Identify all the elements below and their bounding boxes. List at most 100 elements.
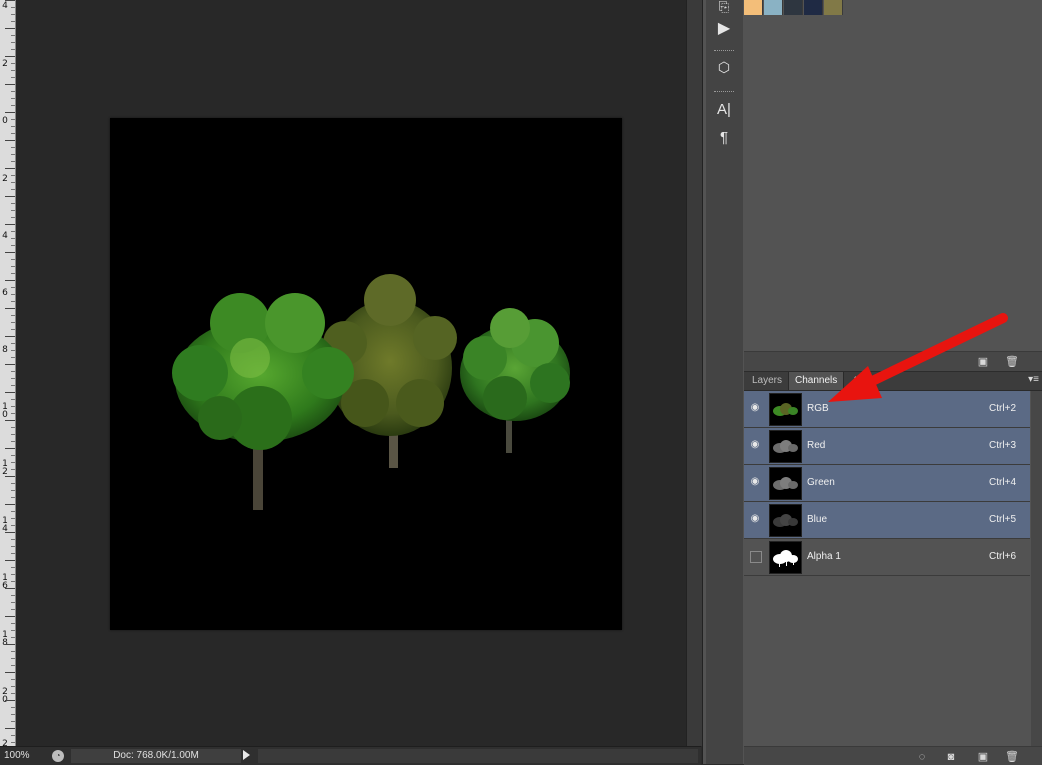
ruler-tick — [5, 644, 15, 645]
document-vertical-scrollbar[interactable] — [686, 0, 702, 746]
ruler-tick — [5, 252, 15, 253]
ruler-label: 2 — [2, 59, 8, 69]
ruler-tick — [5, 56, 15, 57]
ruler-tick — [11, 154, 15, 155]
ruler-tick — [11, 735, 15, 736]
channel-row-green[interactable]: ◉ Green Ctrl+4 — [744, 465, 1030, 502]
ruler-tick — [11, 427, 15, 428]
channel-name: Alpha 1 — [807, 551, 841, 562]
character-icon[interactable]: A| — [710, 99, 738, 121]
left-tree-canopy — [172, 293, 354, 450]
ruler-tick — [11, 266, 15, 267]
ruler-tick — [11, 462, 15, 463]
play-action-icon[interactable]: ▶ — [710, 18, 738, 40]
channel-row-red[interactable]: ◉ Red Ctrl+3 — [744, 428, 1030, 465]
ruler-tick — [11, 497, 15, 498]
ruler-tick — [5, 0, 15, 1]
dock-group-grip[interactable] — [714, 91, 734, 94]
status-bar: 100% ◔ Doc: 768.0K/1.00M — [0, 746, 701, 765]
trash-icon[interactable]: 🗑 — [1005, 356, 1019, 368]
ruler-tick — [11, 665, 15, 666]
channel-shortcut: Ctrl+5 — [989, 514, 1016, 525]
eye-icon[interactable]: ◉ — [749, 403, 761, 413]
ruler-label: 1 0 — [2, 402, 8, 420]
eye-icon[interactable]: ◉ — [749, 477, 761, 487]
ruler-tick — [5, 672, 15, 673]
channel-row-blue[interactable]: ◉ Blue Ctrl+5 — [744, 502, 1030, 539]
ruler-label: 1 4 — [2, 516, 8, 534]
new-swatch-icon[interactable]: ▣ — [977, 356, 989, 368]
3d-icon[interactable]: ⬡ — [710, 56, 738, 78]
channel-shortcut: Ctrl+2 — [989, 403, 1016, 414]
ruler-label: 1 2 — [2, 459, 8, 477]
ruler-tick — [11, 385, 15, 386]
load-selection-icon[interactable]: ◌ — [916, 751, 928, 763]
tab-channels[interactable]: Channels — [788, 372, 845, 390]
visibility-toggle[interactable] — [750, 551, 762, 563]
color-swatch[interactable] — [824, 0, 843, 15]
ruler-tick — [11, 21, 15, 22]
ruler-tick — [11, 595, 15, 596]
ruler-tick — [5, 224, 15, 225]
status-menu-arrow-icon[interactable] — [243, 750, 250, 760]
ruler-tick — [11, 343, 15, 344]
ruler-tick — [5, 168, 15, 169]
trash-icon[interactable]: 🗑 — [1005, 751, 1019, 763]
ruler-tick — [11, 133, 15, 134]
status-info-icon[interactable]: ◔ — [52, 750, 64, 762]
ruler-tick — [5, 308, 15, 309]
dock-group-grip[interactable] — [714, 50, 734, 53]
ruler-tick — [11, 329, 15, 330]
color-swatch[interactable] — [784, 0, 803, 15]
document-size-info[interactable]: Doc: 768.0K/1.00M — [71, 749, 241, 763]
ruler-tick — [11, 91, 15, 92]
ruler-tick — [11, 70, 15, 71]
tab-paths[interactable]: ths — [848, 372, 873, 390]
right-panel-column: ▣ 🗑 Layers Channels ths ▾≡ ◉ RGB Ctrl+2 ◉ Re… — [744, 0, 1042, 765]
ruler-tick — [5, 280, 15, 281]
save-selection-icon[interactable]: ◙ — [945, 751, 957, 763]
document-image[interactable] — [110, 118, 622, 630]
channel-thumbnail — [769, 504, 802, 537]
ruler-tick — [11, 686, 15, 687]
history-icon[interactable]: ⎘ — [710, 0, 738, 18]
tab-layers[interactable]: Layers — [746, 372, 788, 390]
ruler-label: 6 — [2, 288, 8, 298]
ruler-tick — [11, 525, 15, 526]
ruler-tick — [11, 98, 15, 99]
ruler-tick — [11, 693, 15, 694]
new-channel-icon[interactable]: ▣ — [977, 751, 989, 763]
ruler-tick — [11, 707, 15, 708]
ruler-tick — [11, 511, 15, 512]
color-swatch[interactable] — [804, 0, 823, 15]
ruler-tick — [5, 728, 15, 729]
channel-row-alpha-1[interactable]: Alpha 1 Ctrl+6 — [744, 539, 1030, 576]
document-horizontal-scrollbar[interactable] — [258, 749, 698, 763]
paragraph-icon[interactable]: ¶ — [710, 127, 738, 149]
zoom-level-field[interactable]: 100% — [4, 750, 44, 761]
vertical-ruler[interactable]: 42024681 01 21 41 61 82 02 — [0, 0, 16, 749]
ruler-tick — [11, 77, 15, 78]
ruler-tick — [11, 7, 15, 8]
ruler-tick — [5, 84, 15, 85]
color-swatch[interactable] — [744, 0, 763, 15]
swatches-footer: ▣ 🗑 — [744, 351, 1042, 372]
ruler-tick — [11, 259, 15, 260]
channels-scrollbar[interactable] — [1031, 391, 1042, 748]
eye-icon[interactable]: ◉ — [749, 440, 761, 450]
document-canvas-area[interactable] — [16, 0, 686, 746]
eye-icon[interactable]: ◉ — [749, 514, 761, 524]
color-swatch[interactable] — [764, 0, 783, 15]
ruler-tick — [11, 350, 15, 351]
channel-row-rgb[interactable]: ◉ RGB Ctrl+2 — [744, 391, 1030, 428]
ruler-tick — [11, 455, 15, 456]
ruler-tick — [5, 196, 15, 197]
ruler-tick — [11, 546, 15, 547]
ruler-tick — [11, 490, 15, 491]
ruler-tick — [11, 322, 15, 323]
panel-menu-icon[interactable]: ▾≡ — [1028, 375, 1039, 385]
ruler-tick — [11, 553, 15, 554]
ruler-tick — [5, 28, 15, 29]
ruler-tick — [11, 679, 15, 680]
ruler-tick — [11, 203, 15, 204]
